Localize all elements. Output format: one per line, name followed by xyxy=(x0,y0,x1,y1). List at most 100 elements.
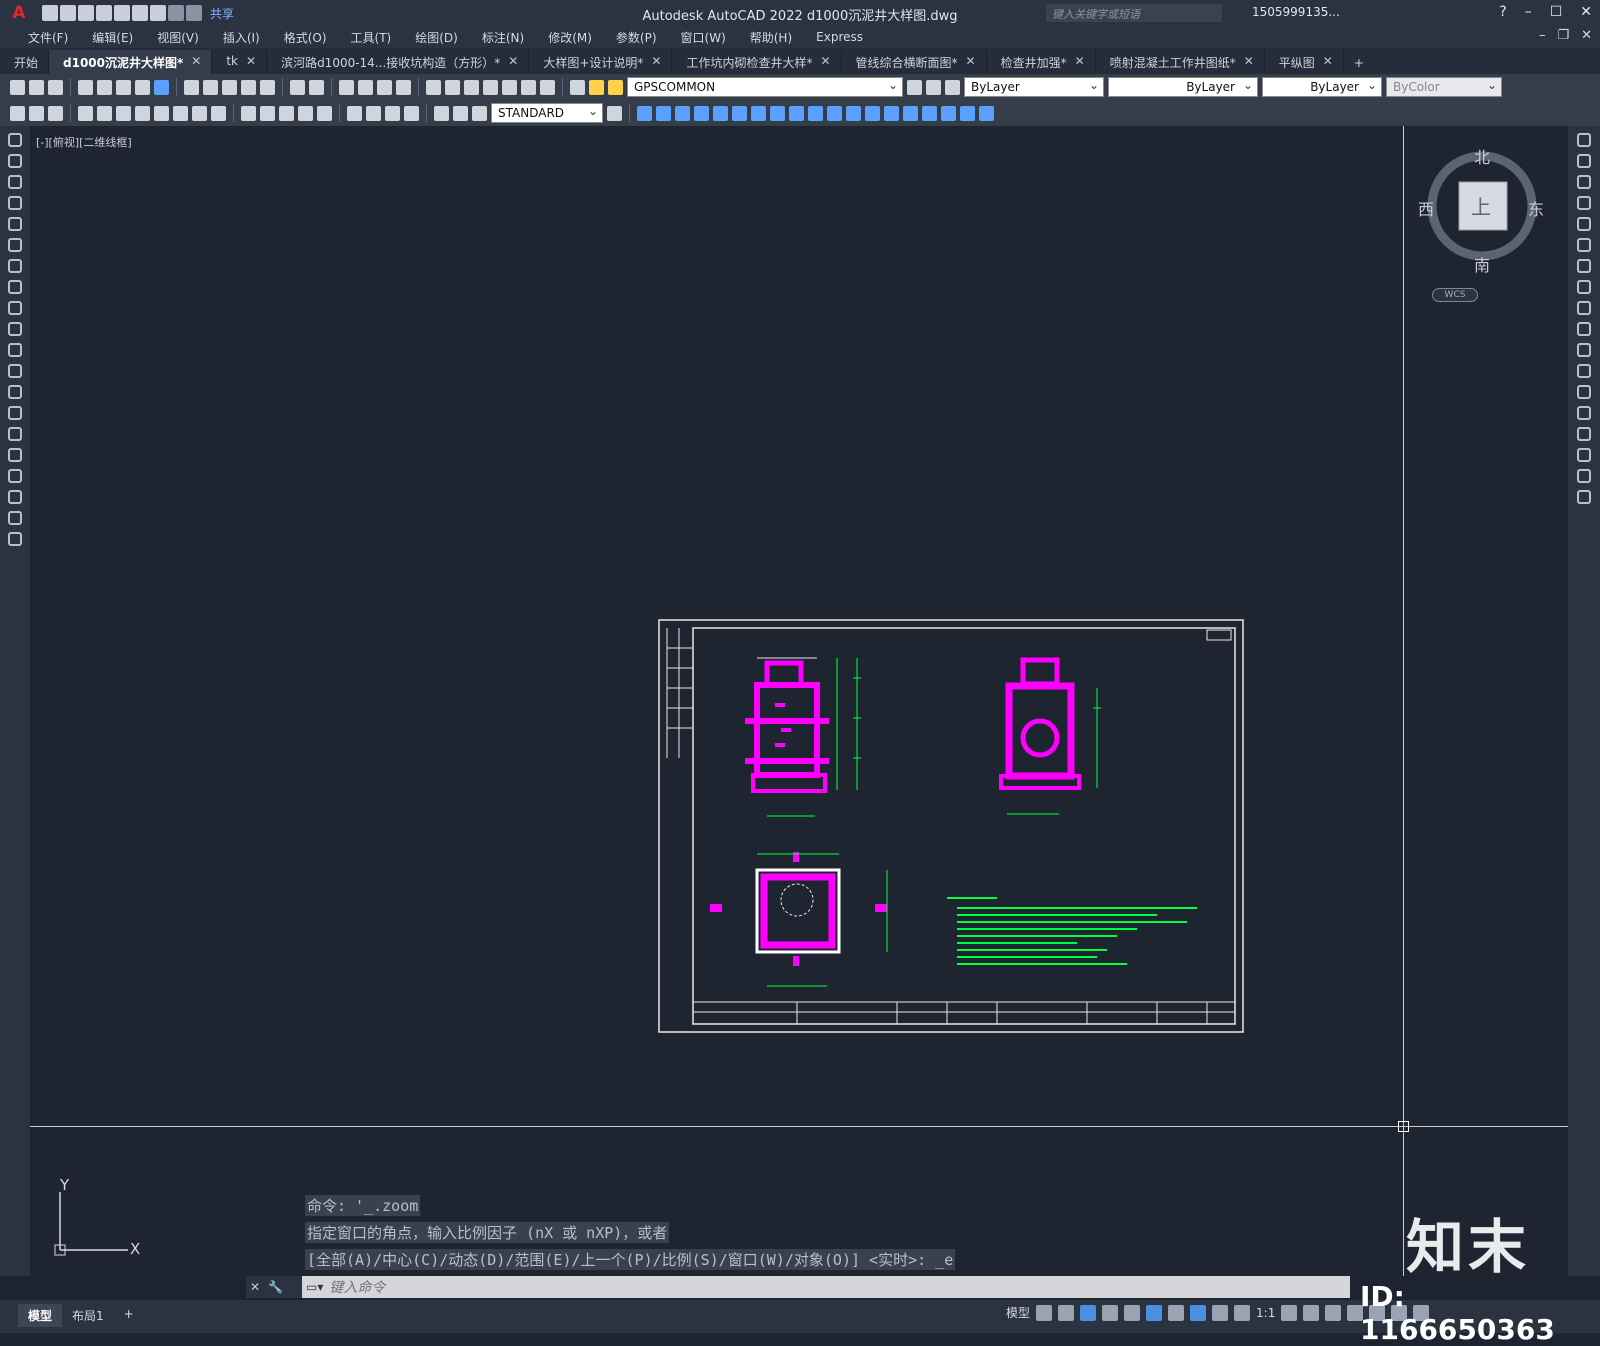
open-from-web-icon[interactable] xyxy=(114,5,130,21)
tb2-icon-f[interactable] xyxy=(732,105,747,121)
inspection-icon[interactable] xyxy=(385,105,400,121)
move-icon[interactable] xyxy=(1577,238,1591,252)
minimize-icon[interactable]: – xyxy=(1525,4,1532,20)
open-icon[interactable] xyxy=(29,79,44,95)
close-command-icon[interactable]: ✕ xyxy=(250,1280,260,1294)
aligned-dim-icon[interactable] xyxy=(97,105,112,121)
tab-close-icon[interactable]: ✕ xyxy=(820,54,830,74)
dim-space-icon[interactable] xyxy=(298,105,313,121)
tb2-icon-p[interactable] xyxy=(922,105,937,121)
plotstyle-dropdown[interactable]: ByColor xyxy=(1386,77,1502,97)
tb2-icon-k[interactable] xyxy=(827,105,842,121)
autocad-logo-icon[interactable]: A xyxy=(0,0,38,26)
lineweight-icon[interactable] xyxy=(1168,1304,1185,1321)
file-tab[interactable]: 滨河路d1000-14...接收坑构造（方形）* ✕ xyxy=(267,50,530,74)
ellipse-icon[interactable] xyxy=(8,322,22,336)
tb2-icon-e[interactable] xyxy=(713,105,728,121)
customize-icon[interactable]: 🔧 xyxy=(268,1280,283,1294)
maximize-icon[interactable]: ☐ xyxy=(1550,4,1563,20)
design-center-icon[interactable] xyxy=(445,79,460,95)
menu-item[interactable]: 工具(T) xyxy=(339,29,404,46)
zoom-realtime-icon[interactable] xyxy=(358,79,373,95)
tab-close-icon[interactable]: ✕ xyxy=(1244,54,1254,74)
diameter-icon[interactable] xyxy=(192,105,207,121)
recent-commands-icon[interactable]: ▭▾ xyxy=(302,1280,323,1294)
tb2-icon-d[interactable] xyxy=(694,105,709,121)
viewcube-top-face[interactable]: 上 xyxy=(1471,191,1491,220)
workspace-gear-icon[interactable] xyxy=(1281,1304,1298,1321)
new-tab-button[interactable]: + xyxy=(1344,52,1374,74)
drawing-canvas[interactable]: [-][俯视][二维线框] 北 南 东 西 上 WCS Y X xyxy=(30,126,1568,1276)
tb2-icon-r[interactable] xyxy=(960,105,975,121)
annotation-scale[interactable]: 1:1 xyxy=(1256,1306,1275,1320)
redo-icon[interactable] xyxy=(309,79,324,95)
ortho-icon[interactable] xyxy=(1080,1304,1097,1321)
tab-close-icon[interactable]: ✕ xyxy=(191,54,201,74)
properties-icon[interactable] xyxy=(426,79,441,95)
tb2-icon-n[interactable] xyxy=(884,105,899,121)
tab-layout1[interactable]: 布局1 xyxy=(62,1304,114,1327)
arc-icon[interactable] xyxy=(8,238,22,252)
layer-dropdown[interactable]: GPSCOMMON xyxy=(627,77,903,97)
color-dropdown[interactable]: ByLayer xyxy=(964,77,1104,97)
rectangle-icon[interactable] xyxy=(8,217,22,231)
cut-icon[interactable] xyxy=(184,79,199,95)
annotation-visibility-icon[interactable] xyxy=(1212,1304,1229,1321)
tab-close-icon[interactable]: ✕ xyxy=(1323,54,1333,74)
menu-item[interactable]: 格式(O) xyxy=(272,29,339,46)
help-icon[interactable]: ? xyxy=(1499,4,1506,20)
viewcube-north[interactable]: 北 xyxy=(1474,144,1490,168)
viewcube[interactable]: 北 南 东 西 上 xyxy=(1418,144,1544,275)
scale-icon[interactable] xyxy=(1577,280,1591,294)
mirror-icon[interactable] xyxy=(1577,175,1591,189)
point-icon[interactable] xyxy=(8,406,22,420)
undo-icon[interactable] xyxy=(290,79,305,95)
menu-item[interactable]: 视图(V) xyxy=(145,29,211,46)
tab-close-icon[interactable]: ✕ xyxy=(966,54,976,74)
save-icon[interactable] xyxy=(48,79,63,95)
plot-icon[interactable] xyxy=(78,79,93,95)
jogged-icon[interactable] xyxy=(173,105,188,121)
viewport-controls[interactable]: [-][俯视][二维线框] xyxy=(36,134,132,150)
dim-update-icon[interactable] xyxy=(472,105,487,121)
tb2-icon-m[interactable] xyxy=(865,105,880,121)
layer-properties-icon[interactable] xyxy=(570,79,585,95)
layer-previous-icon[interactable] xyxy=(926,79,941,95)
tb2-icon-h[interactable] xyxy=(770,105,785,121)
pan-icon[interactable] xyxy=(339,79,354,95)
wcs-menu[interactable]: WCS xyxy=(1432,288,1478,302)
tb2-icon-1[interactable] xyxy=(10,105,25,121)
doc-restore-icon[interactable]: ❐ xyxy=(1557,28,1569,43)
sheet-set-icon[interactable] xyxy=(483,79,498,95)
construction-line-icon[interactable] xyxy=(8,154,22,168)
menu-item[interactable]: 标注(N) xyxy=(470,29,536,46)
stretch-icon[interactable] xyxy=(1577,301,1591,315)
polyline-icon[interactable] xyxy=(8,175,22,189)
add-selected-icon[interactable] xyxy=(8,532,22,546)
tab-close-icon[interactable]: ✕ xyxy=(246,54,256,74)
model-space-button[interactable]: 模型 xyxy=(1006,1304,1030,1321)
redo-icon[interactable] xyxy=(186,5,202,21)
polar-icon[interactable] xyxy=(1102,1304,1119,1321)
lineweight-dropdown[interactable]: ByLayer xyxy=(1262,77,1382,97)
save-as-icon[interactable] xyxy=(96,5,112,21)
snap-icon[interactable] xyxy=(1058,1304,1075,1321)
text-style-dropdown[interactable]: STANDARD xyxy=(491,103,603,123)
viewcube-west[interactable]: 西 xyxy=(1418,196,1434,220)
tb2-icon-l[interactable] xyxy=(846,105,861,121)
file-tab[interactable]: d1000沉泥井大样图* ✕ xyxy=(49,50,213,74)
table-icon[interactable] xyxy=(8,490,22,504)
help-icon[interactable] xyxy=(540,79,555,95)
make-current-icon[interactable] xyxy=(907,79,922,95)
break-icon[interactable] xyxy=(1577,385,1591,399)
menu-item[interactable]: 参数(P) xyxy=(604,29,669,46)
menu-item[interactable]: 绘图(D) xyxy=(403,29,470,46)
jogged-linear-icon[interactable] xyxy=(404,105,419,121)
save-icon[interactable] xyxy=(78,5,94,21)
hatch-icon[interactable] xyxy=(8,427,22,441)
undo-icon[interactable] xyxy=(168,5,184,21)
continue-icon[interactable] xyxy=(279,105,294,121)
calculator-icon[interactable] xyxy=(521,79,536,95)
layer-freeze-icon[interactable] xyxy=(608,79,623,95)
dim-break-icon[interactable] xyxy=(317,105,332,121)
